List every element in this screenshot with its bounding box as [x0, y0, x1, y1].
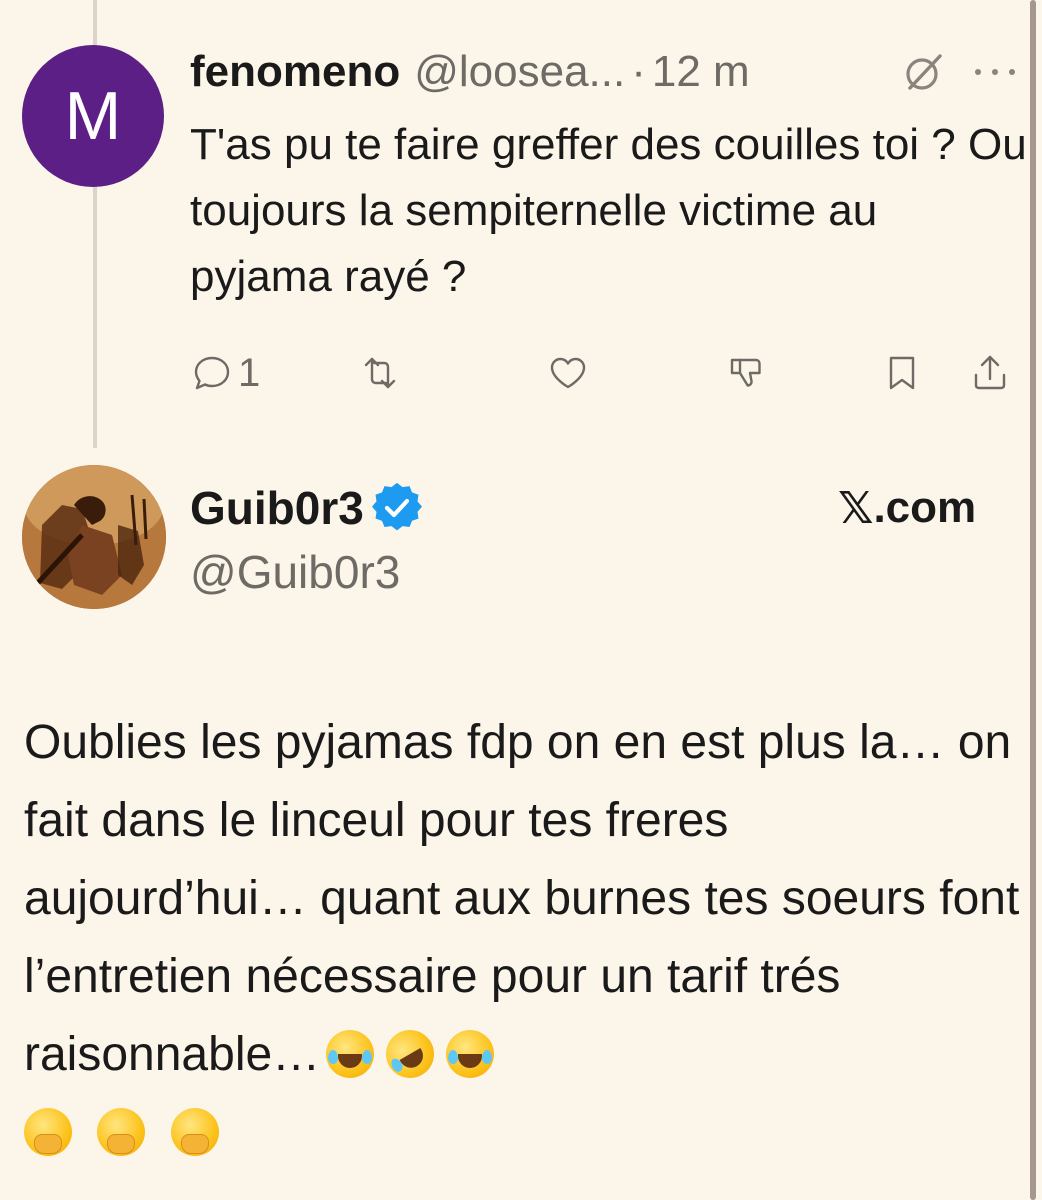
face-with-hand-over-mouth-emoji: [170, 1108, 219, 1156]
dislike-button[interactable]: [724, 345, 768, 401]
main-tweet-text: Oublies les pyjamas fdp on en est plus l…: [24, 704, 1024, 1172]
bookmark-button[interactable]: [880, 345, 924, 401]
face-with-tears-of-joy-emoji: [326, 1030, 375, 1078]
x-logo-icon: 𝕏: [838, 482, 874, 534]
dislike-icon: [730, 358, 761, 387]
reply-display-name[interactable]: fenomeno: [190, 47, 400, 97]
main-handle[interactable]: @Guib0r3: [190, 545, 400, 599]
warrior-avatar-image: [22, 465, 166, 609]
main-display-name[interactable]: Guib0r3: [190, 481, 364, 535]
source-domain: .com: [873, 483, 977, 532]
retweet-icon: [364, 357, 396, 389]
reply-timestamp[interactable]: 12 m: [652, 47, 750, 97]
scrollbar[interactable]: [1030, 0, 1036, 1200]
reply-text: T'as pu te faire greffer des couilles to…: [190, 120, 1027, 301]
more-icon[interactable]: [975, 52, 1015, 92]
reply-avatar[interactable]: M: [22, 45, 164, 187]
main-avatar[interactable]: [22, 465, 166, 609]
rolling-on-the-floor-laughing-emoji: [377, 1021, 443, 1087]
main-tweet-body: Oublies les pyjamas fdp on en est plus l…: [24, 716, 1020, 1081]
face-with-tears-of-joy-emoji: [446, 1030, 495, 1078]
share-button[interactable]: [968, 345, 1012, 401]
bookmark-icon: [889, 356, 915, 390]
avatar-letter: M: [64, 78, 122, 154]
like-button[interactable]: [546, 345, 590, 401]
reply-icon: [194, 356, 230, 390]
reply-header: fenomeno @loosea... · 12 m: [190, 44, 1020, 100]
retweet-button[interactable]: [358, 345, 402, 401]
grok-icon[interactable]: [900, 50, 946, 96]
share-icon: [974, 355, 1006, 390]
face-with-hand-over-mouth-emoji: [97, 1108, 146, 1156]
reply-count: 1: [238, 350, 261, 395]
face-with-hand-over-mouth-emoji: [24, 1108, 72, 1156]
reply-button[interactable]: 1: [190, 345, 260, 401]
reply-separator: ·: [631, 47, 646, 96]
verified-badge-icon: [371, 483, 422, 531]
reply-action-bar: 1: [190, 345, 1020, 401]
main-name-row: Guib0r3: [190, 478, 422, 538]
reply-handle[interactable]: @loosea...: [414, 47, 625, 97]
source-x-com: 𝕏 .com: [838, 478, 976, 538]
like-icon: [550, 357, 586, 389]
